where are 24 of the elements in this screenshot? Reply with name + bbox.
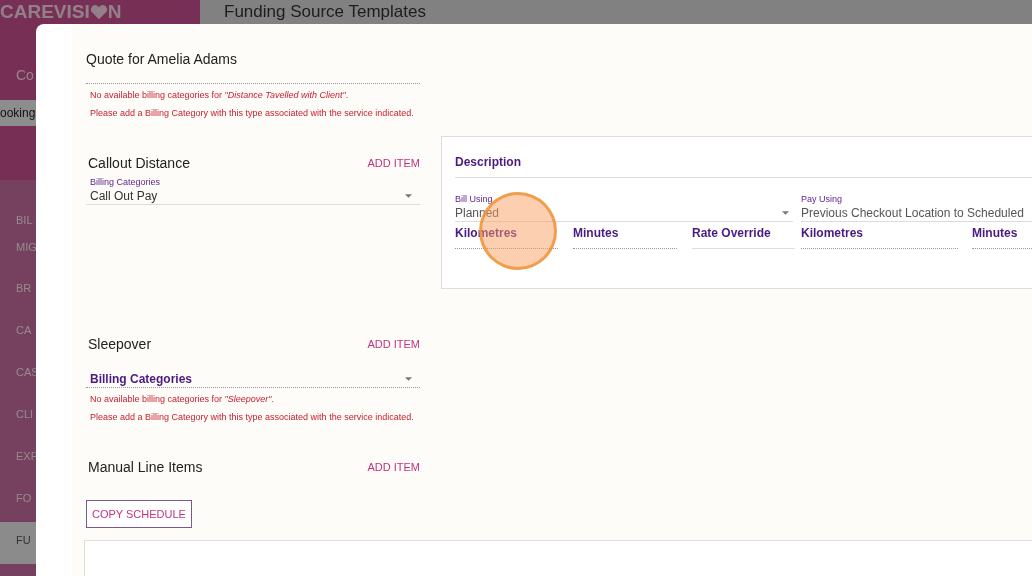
error-message: Please add a Billing Category with this type associated with the service indicated. (89, 106, 415, 120)
page-title: Funding Source Templates (224, 2, 427, 22)
caret-icon (405, 194, 412, 198)
dialog-title: Quote for Amelia Adams (86, 50, 238, 68)
section-title: Manual Line Items (88, 459, 203, 475)
copy-schedule-button[interactable]: COPY SCHEDULE (86, 500, 192, 528)
add-item-link[interactable]: ADD ITEM (367, 157, 420, 169)
input-field[interactable]: Rate Override (692, 226, 795, 249)
caret-icon (782, 211, 789, 215)
section-title: Sleepover (88, 336, 152, 352)
heart-icon (89, 4, 108, 20)
select-field[interactable]: Pay Using Previous Checkout Location to Scheduled (801, 193, 1032, 222)
error-message: Please add a Billing Category with this type associated with the service indicated. (89, 410, 415, 424)
column-header: Description (455, 137, 1032, 178)
sidebar-heading: Co (16, 66, 34, 85)
add-item-link[interactable]: ADD ITEM (367, 338, 420, 350)
logo-text: CAREVISI (0, 1, 90, 23)
error-message: No available billing categories for "Sleepover". (89, 393, 275, 406)
error-message: No available billing categories for "Distance Tavelled with Client". (89, 89, 350, 102)
section-title: Callout Distance (88, 155, 190, 171)
logo-text: N (107, 1, 122, 23)
select-field[interactable]: Billing Categories Call Out Pay (86, 176, 420, 205)
add-item-link[interactable]: ADD ITEM (367, 461, 420, 473)
caret-icon (405, 377, 412, 381)
